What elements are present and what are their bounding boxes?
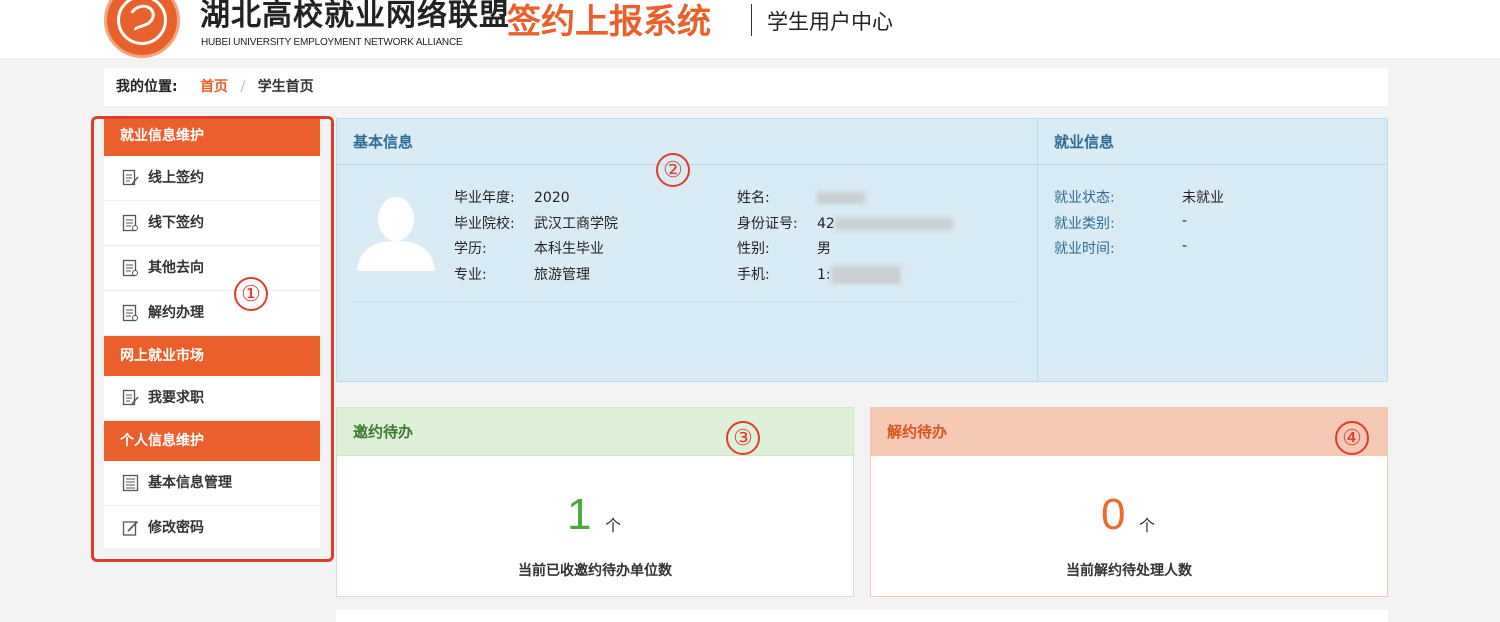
id-prefix: 42	[817, 216, 835, 232]
job-status-row: 就业状态: 未就业	[1054, 187, 1224, 207]
breadcrumb-home-link[interactable]: 首页	[200, 79, 228, 95]
invite-todo-count[interactable]: 1	[567, 490, 591, 540]
sidebar-item-job-seek[interactable]: 我要求职	[104, 376, 320, 421]
id-row: 身份证号: 42	[737, 213, 953, 233]
sidebar-item-label: 解约办理	[148, 304, 204, 321]
id-label: 身份证号:	[737, 216, 798, 232]
invite-todo-title: 邀约待办	[337, 408, 853, 456]
cancel-todo-panel[interactable]: 解约待办 0 个 当前解约待处理人数	[870, 407, 1388, 597]
header-divider	[751, 4, 752, 36]
site-header: 湖北高校就业网络联盟 HUBEI UNIVERSITY EMPLOYMENT N…	[0, 0, 1500, 58]
cancel-todo-title: 解约待办	[871, 408, 1387, 456]
phone-label: 手机:	[737, 267, 770, 283]
basic-info-panel: 基本信息 就业信息 毕业年度: 2020 毕业院校: 武汉工商学院 学历: 本科生毕业…	[336, 118, 1388, 382]
sidebar-item-cancel-contract[interactable]: 解约办理	[104, 291, 320, 336]
major-label: 专业:	[454, 267, 487, 283]
job-status-label: 就业状态:	[1054, 190, 1115, 206]
job-status-value: 未就业	[1182, 190, 1224, 206]
sidebar-item-basic-info[interactable]: 基本信息管理	[104, 461, 320, 506]
sidebar-section-employment[interactable]: 就业信息维护	[104, 116, 320, 156]
sidebar-item-label: 线下签约	[148, 214, 204, 231]
gender-value: 男	[817, 241, 831, 257]
document-edit-icon	[122, 389, 139, 406]
job-type-value: -	[1182, 213, 1188, 229]
annotation-marker-1: ①	[234, 277, 268, 311]
cancel-todo-desc: 当前解约待处理人数	[1066, 563, 1192, 579]
sidebar-item-label: 修改密码	[148, 519, 204, 536]
content-bottom-strip	[336, 610, 1388, 622]
invite-todo-desc: 当前已收邀约待办单位数	[518, 563, 672, 579]
university-alliance-logo[interactable]	[104, 0, 180, 58]
system-name: 签约上报系统	[507, 2, 711, 42]
sidebar-section-job-market[interactable]: 网上就业市场	[104, 336, 320, 376]
document-edit-icon	[122, 169, 139, 186]
list-doc-icon	[122, 474, 139, 492]
cancel-todo-unit: 个	[1139, 516, 1156, 535]
annotation-marker-4: ④	[1335, 421, 1369, 455]
degree-value: 本科生毕业	[534, 241, 604, 257]
major-value: 旅游管理	[534, 267, 590, 283]
org-name-cn: 湖北高校就业网络联盟	[200, 0, 510, 33]
grad-year-row: 毕业年度: 2020	[454, 187, 570, 207]
job-time-label: 就业时间:	[1054, 241, 1115, 257]
org-name-en: HUBEI UNIVERSITY EMPLOYMENT NETWORK ALLI…	[201, 37, 463, 48]
phone-row: 手机: 1:	[737, 264, 901, 284]
document-icon	[122, 214, 138, 232]
annotation-marker-3: ③	[726, 421, 760, 455]
sidebar-item-offline-sign[interactable]: 线下签约	[104, 201, 320, 246]
job-time-value: -	[1182, 238, 1188, 254]
user-center-title: 学生用户中心	[767, 10, 893, 34]
degree-row: 学历: 本科生毕业	[454, 238, 604, 258]
breadcrumb-label: 我的位置:	[116, 79, 178, 95]
sidebar-item-label: 我要求职	[148, 389, 204, 406]
name-label: 姓名:	[737, 190, 770, 206]
school-label: 毕业院校:	[454, 216, 515, 232]
sidebar-item-label: 其他去向	[148, 259, 204, 276]
gender-row: 性别: 男	[737, 238, 831, 258]
sidebar-item-change-password[interactable]: 修改密码	[104, 506, 320, 551]
grad-year-label: 毕业年度:	[454, 190, 515, 206]
school-row: 毕业院校: 武汉工商学院	[454, 213, 618, 233]
employment-info-title: 就业信息	[1038, 119, 1387, 165]
cancel-todo-count[interactable]: 0	[1101, 490, 1125, 540]
avatar-placeholder-icon	[357, 197, 435, 271]
breadcrumb-separator: /	[240, 79, 246, 95]
id-redacted	[834, 218, 953, 230]
phone-prefix: 1:	[817, 267, 831, 283]
annotation-marker-2: ②	[656, 153, 690, 187]
job-time-row: 就业时间: -	[1054, 238, 1187, 258]
phone-redacted	[830, 266, 901, 284]
major-row: 专业: 旅游管理	[454, 264, 590, 284]
gender-label: 性别:	[737, 241, 770, 257]
sidebar-item-label: 基本信息管理	[148, 474, 232, 491]
name-row: 姓名:	[737, 187, 865, 207]
job-type-row: 就业类别: -	[1054, 213, 1187, 233]
sidebar-item-other-destination[interactable]: 其他去向	[104, 246, 320, 291]
edit-icon	[122, 520, 139, 536]
basic-info-title: 基本信息	[337, 119, 1037, 165]
job-type-label: 就业类别:	[1054, 216, 1115, 232]
degree-label: 学历:	[454, 241, 487, 257]
document-icon	[122, 259, 138, 277]
info-divider-line	[353, 301, 1017, 302]
breadcrumb: 我的位置: 首页 / 学生首页	[104, 68, 1388, 106]
sidebar-item-online-sign[interactable]: 线上签约	[104, 156, 320, 201]
school-value: 武汉工商学院	[534, 216, 618, 232]
sidebar-section-personal[interactable]: 个人信息维护	[104, 421, 320, 461]
invite-todo-unit: 个	[605, 516, 622, 535]
grad-year-value: 2020	[534, 190, 570, 206]
invite-todo-panel[interactable]: 邀约待办 1 个 当前已收邀约待办单位数	[336, 407, 854, 597]
breadcrumb-current: 学生首页	[257, 79, 314, 95]
sidebar-nav: 就业信息维护 线上签约 线下签约 其他去向 解约办理 网上就业市场 我要求职 个…	[104, 116, 320, 551]
document-icon	[122, 304, 138, 322]
name-redacted	[817, 192, 865, 204]
sidebar-item-label: 线上签约	[148, 169, 204, 186]
